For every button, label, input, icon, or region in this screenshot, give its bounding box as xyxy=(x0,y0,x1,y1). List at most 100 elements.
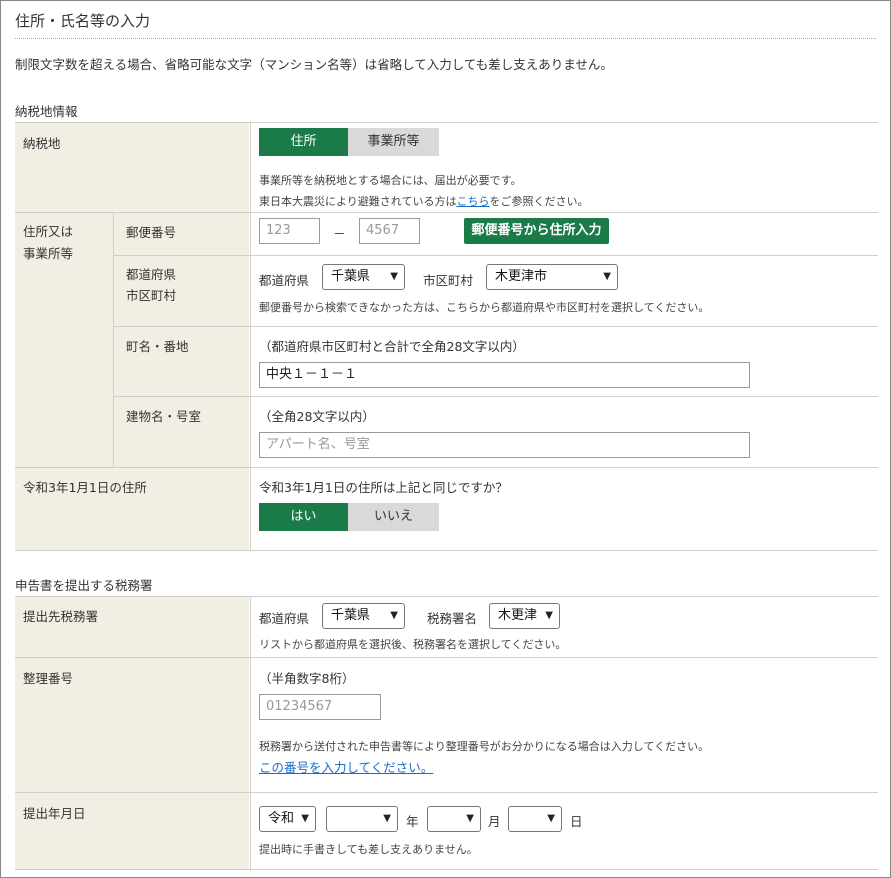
town-input[interactable]: 中央１－１－１ xyxy=(259,362,750,388)
pref-select[interactable]: 千葉県 ▼ xyxy=(322,264,405,290)
chevron-down-icon: ▼ xyxy=(603,271,611,282)
chevron-down-icon: ▼ xyxy=(383,813,391,824)
row-nouzeichi: 納税地 住所 事業所等 事業所等を納税地とする場合には、届出が必要です。 東日本… xyxy=(15,123,878,213)
title-divider xyxy=(15,38,876,39)
city-select-value: 木更津市 xyxy=(495,269,548,284)
label-cell: 令和3年1月1日の住所 xyxy=(15,468,249,550)
ref-number-input[interactable]: 01234567 xyxy=(259,694,381,720)
content-cell: 住所 事業所等 事業所等を納税地とする場合には、届出が必要です。 東日本大震災に… xyxy=(250,123,878,212)
office-pref-value: 千葉県 xyxy=(331,608,371,623)
chevron-down-icon: ▼ xyxy=(466,813,474,824)
month-select[interactable]: ▼ xyxy=(427,806,481,832)
label-ref-number: 整理番号 xyxy=(23,671,74,686)
content-cell: （都道府県市区町村と合計で全角28文字以内） 中央１－１－１ xyxy=(250,327,878,396)
nouzeichi-note-2: 東日本大震災により避難されている方はこちらをご参照ください。 xyxy=(259,193,588,209)
label-cell: 整理番号 xyxy=(15,658,249,792)
office-name-label: 税務署名 xyxy=(427,611,478,626)
chevron-down-icon: ▼ xyxy=(547,813,555,824)
label-nouzeichi: 納税地 xyxy=(23,136,61,151)
label-pref: 都道府県 xyxy=(126,267,177,282)
label-town: 町名・番地 xyxy=(126,339,189,354)
taxplace-table: 納税地 住所 事業所等 事業所等を納税地とする場合には、届出が必要です。 東日本… xyxy=(15,122,878,551)
content-cell: 都道府県 千葉県 ▼ 市区町村 木更津市 ▼ 郵便番号から検索できなかった方は、こち… xyxy=(250,256,878,326)
postal-dash: － xyxy=(333,226,346,241)
toggle-business-office[interactable]: 事業所等 xyxy=(348,128,439,156)
notice-text: 制限文字数を超える場合、省略可能な文字（マンション名等）は省略して入力しても差し… xyxy=(15,57,613,72)
office-name-select[interactable]: 木更津 ▼ xyxy=(489,603,560,629)
year-select[interactable]: ▼ xyxy=(326,806,398,832)
row-prev-address: 令和3年1月1日の住所 令和3年1月1日の住所は上記と同じですか？ はい いいえ xyxy=(15,468,878,551)
content-cell: （半角数字8桁） 01234567 税務署から送付された申告書等により整理番号が… xyxy=(250,658,878,792)
content-cell: （全角28文字以内） アパート名、号室 xyxy=(250,397,878,467)
content-cell: 令和 ▼ ▼ 年 ▼ 月 ▼ 日 提出時に手書きしても差し支えありません。 xyxy=(250,793,878,869)
date-note: 提出時に手書きしても差し支えありません。 xyxy=(259,843,478,856)
office-name-value: 木更津 xyxy=(498,608,538,623)
evacuee-link[interactable]: こちら xyxy=(456,195,489,208)
page-title: 住所・氏名等の入力 xyxy=(15,12,151,30)
toggle-address[interactable]: 住所 xyxy=(259,128,348,156)
toggle-no[interactable]: いいえ xyxy=(348,503,439,531)
row-address-group: 住所又は 事業所等 郵便番号 123 － 4567 郵便番号から住所入力 都道府… xyxy=(15,213,878,468)
chevron-down-icon: ▼ xyxy=(301,813,309,824)
nouzeichi-note-1: 事業所等を納税地とする場合には、届出が必要です。 xyxy=(259,174,522,187)
era-select[interactable]: 令和 ▼ xyxy=(259,806,316,832)
office-pref-select[interactable]: 千葉県 ▼ xyxy=(322,603,405,629)
postal-lookup-button[interactable]: 郵便番号から住所入力 xyxy=(464,218,609,244)
office-table: 提出先税務署 都道府県 千葉県 ▼ 税務署名 木更津 ▼ リストから都道府県を選択後… xyxy=(15,596,878,870)
pref-city-note: 郵便番号から検索できなかった方は、こちらから都道府県や市区町村を選択してください… xyxy=(259,301,710,314)
pref-select-value: 千葉県 xyxy=(331,269,371,284)
subrow-town: 町名・番地 （都道府県市区町村と合計で全角28文字以内） 中央１－１－１ xyxy=(114,327,878,397)
chevron-down-icon: ▼ xyxy=(390,271,398,282)
label-address-line2: 事業所等 xyxy=(23,246,74,261)
label-prev-address: 令和3年1月1日の住所 xyxy=(23,480,147,495)
prev-address-question: 令和3年1月1日の住所は上記と同じですか？ xyxy=(259,480,508,495)
chevron-down-icon: ▼ xyxy=(390,610,398,621)
postal-second-placeholder: 4567 xyxy=(366,223,400,238)
city-inline-label: 市区町村 xyxy=(423,273,474,288)
subrow-building: 建物名・号室 （全角28文字以内） アパート名、号室 xyxy=(114,397,878,467)
section-heading-office: 申告書を提出する税務署 xyxy=(15,578,153,593)
label-address-line1: 住所又は xyxy=(23,224,74,239)
row-office: 提出先税務署 都道府県 千葉県 ▼ 税務署名 木更津 ▼ リストから都道府県を選択後… xyxy=(15,597,878,658)
ref-number-hint: （半角数字8桁） xyxy=(259,671,355,686)
label-building: 建物名・号室 xyxy=(126,409,202,424)
postal-second-input[interactable]: 4567 xyxy=(359,218,420,244)
building-input[interactable]: アパート名、号室 xyxy=(259,432,750,458)
office-pref-label: 都道府県 xyxy=(259,611,310,626)
postal-first-input[interactable]: 123 xyxy=(259,218,320,244)
content-cell: 都道府県 千葉県 ▼ 税務署名 木更津 ▼ リストから都道府県を選択後、税務署名を選… xyxy=(250,597,878,657)
ref-number-link[interactable]: この番号を入力してください。 xyxy=(259,757,433,776)
day-select[interactable]: ▼ xyxy=(508,806,562,832)
content-cell: 令和3年1月1日の住所は上記と同じですか？ はい いいえ xyxy=(250,468,878,550)
label-cell: 提出年月日 xyxy=(15,793,249,869)
day-unit: 日 xyxy=(570,814,583,829)
section-heading-taxplace: 納税地情報 xyxy=(15,104,78,119)
form-frame: 住所・氏名等の入力 制限文字数を超える場合、省略可能な文字（マンション名等）は省… xyxy=(0,0,891,878)
note2-prefix: 東日本大震災により避難されている方は xyxy=(259,195,457,208)
town-hint: （都道府県市区町村と合計で全角28文字以内） xyxy=(259,339,525,354)
label-city: 市区町村 xyxy=(126,288,177,303)
ref-number-placeholder: 01234567 xyxy=(266,699,333,714)
year-unit: 年 xyxy=(406,814,419,829)
month-unit: 月 xyxy=(488,814,501,829)
note2-suffix: をご参照ください。 xyxy=(489,195,589,208)
label-cell: 納税地 xyxy=(15,123,249,212)
row-date: 提出年月日 令和 ▼ ▼ 年 ▼ 月 ▼ 日 提出時に手書きしても差し支えありませ… xyxy=(15,793,878,870)
chevron-down-icon: ▼ xyxy=(545,610,553,621)
ref-number-note: 税務署から送付された申告書等により整理番号がお分かりになる場合は入力してください… xyxy=(259,740,710,753)
building-hint: （全角28文字以内） xyxy=(259,409,375,424)
label-cell: 提出先税務署 xyxy=(15,597,249,657)
toggle-yes[interactable]: はい xyxy=(259,503,348,531)
era-value: 令和 xyxy=(268,811,295,826)
subrow-postal: 郵便番号 123 － 4567 郵便番号から住所入力 xyxy=(114,213,878,256)
content-cell: 123 － 4567 郵便番号から住所入力 xyxy=(250,213,878,255)
subrow-pref-city: 都道府県 市区町村 都道府県 千葉県 ▼ 市区町村 木更津市 ▼ 郵便番号から検索で… xyxy=(114,256,878,327)
city-select[interactable]: 木更津市 ▼ xyxy=(486,264,618,290)
postal-first-placeholder: 123 xyxy=(266,223,291,238)
label-postal: 郵便番号 xyxy=(126,225,177,240)
pref-inline-label: 都道府県 xyxy=(259,273,310,288)
building-placeholder: アパート名、号室 xyxy=(266,437,370,452)
label-office: 提出先税務署 xyxy=(23,609,99,624)
label-date: 提出年月日 xyxy=(23,806,86,821)
office-note: リストから都道府県を選択後、税務署名を選択してください。 xyxy=(259,638,567,651)
